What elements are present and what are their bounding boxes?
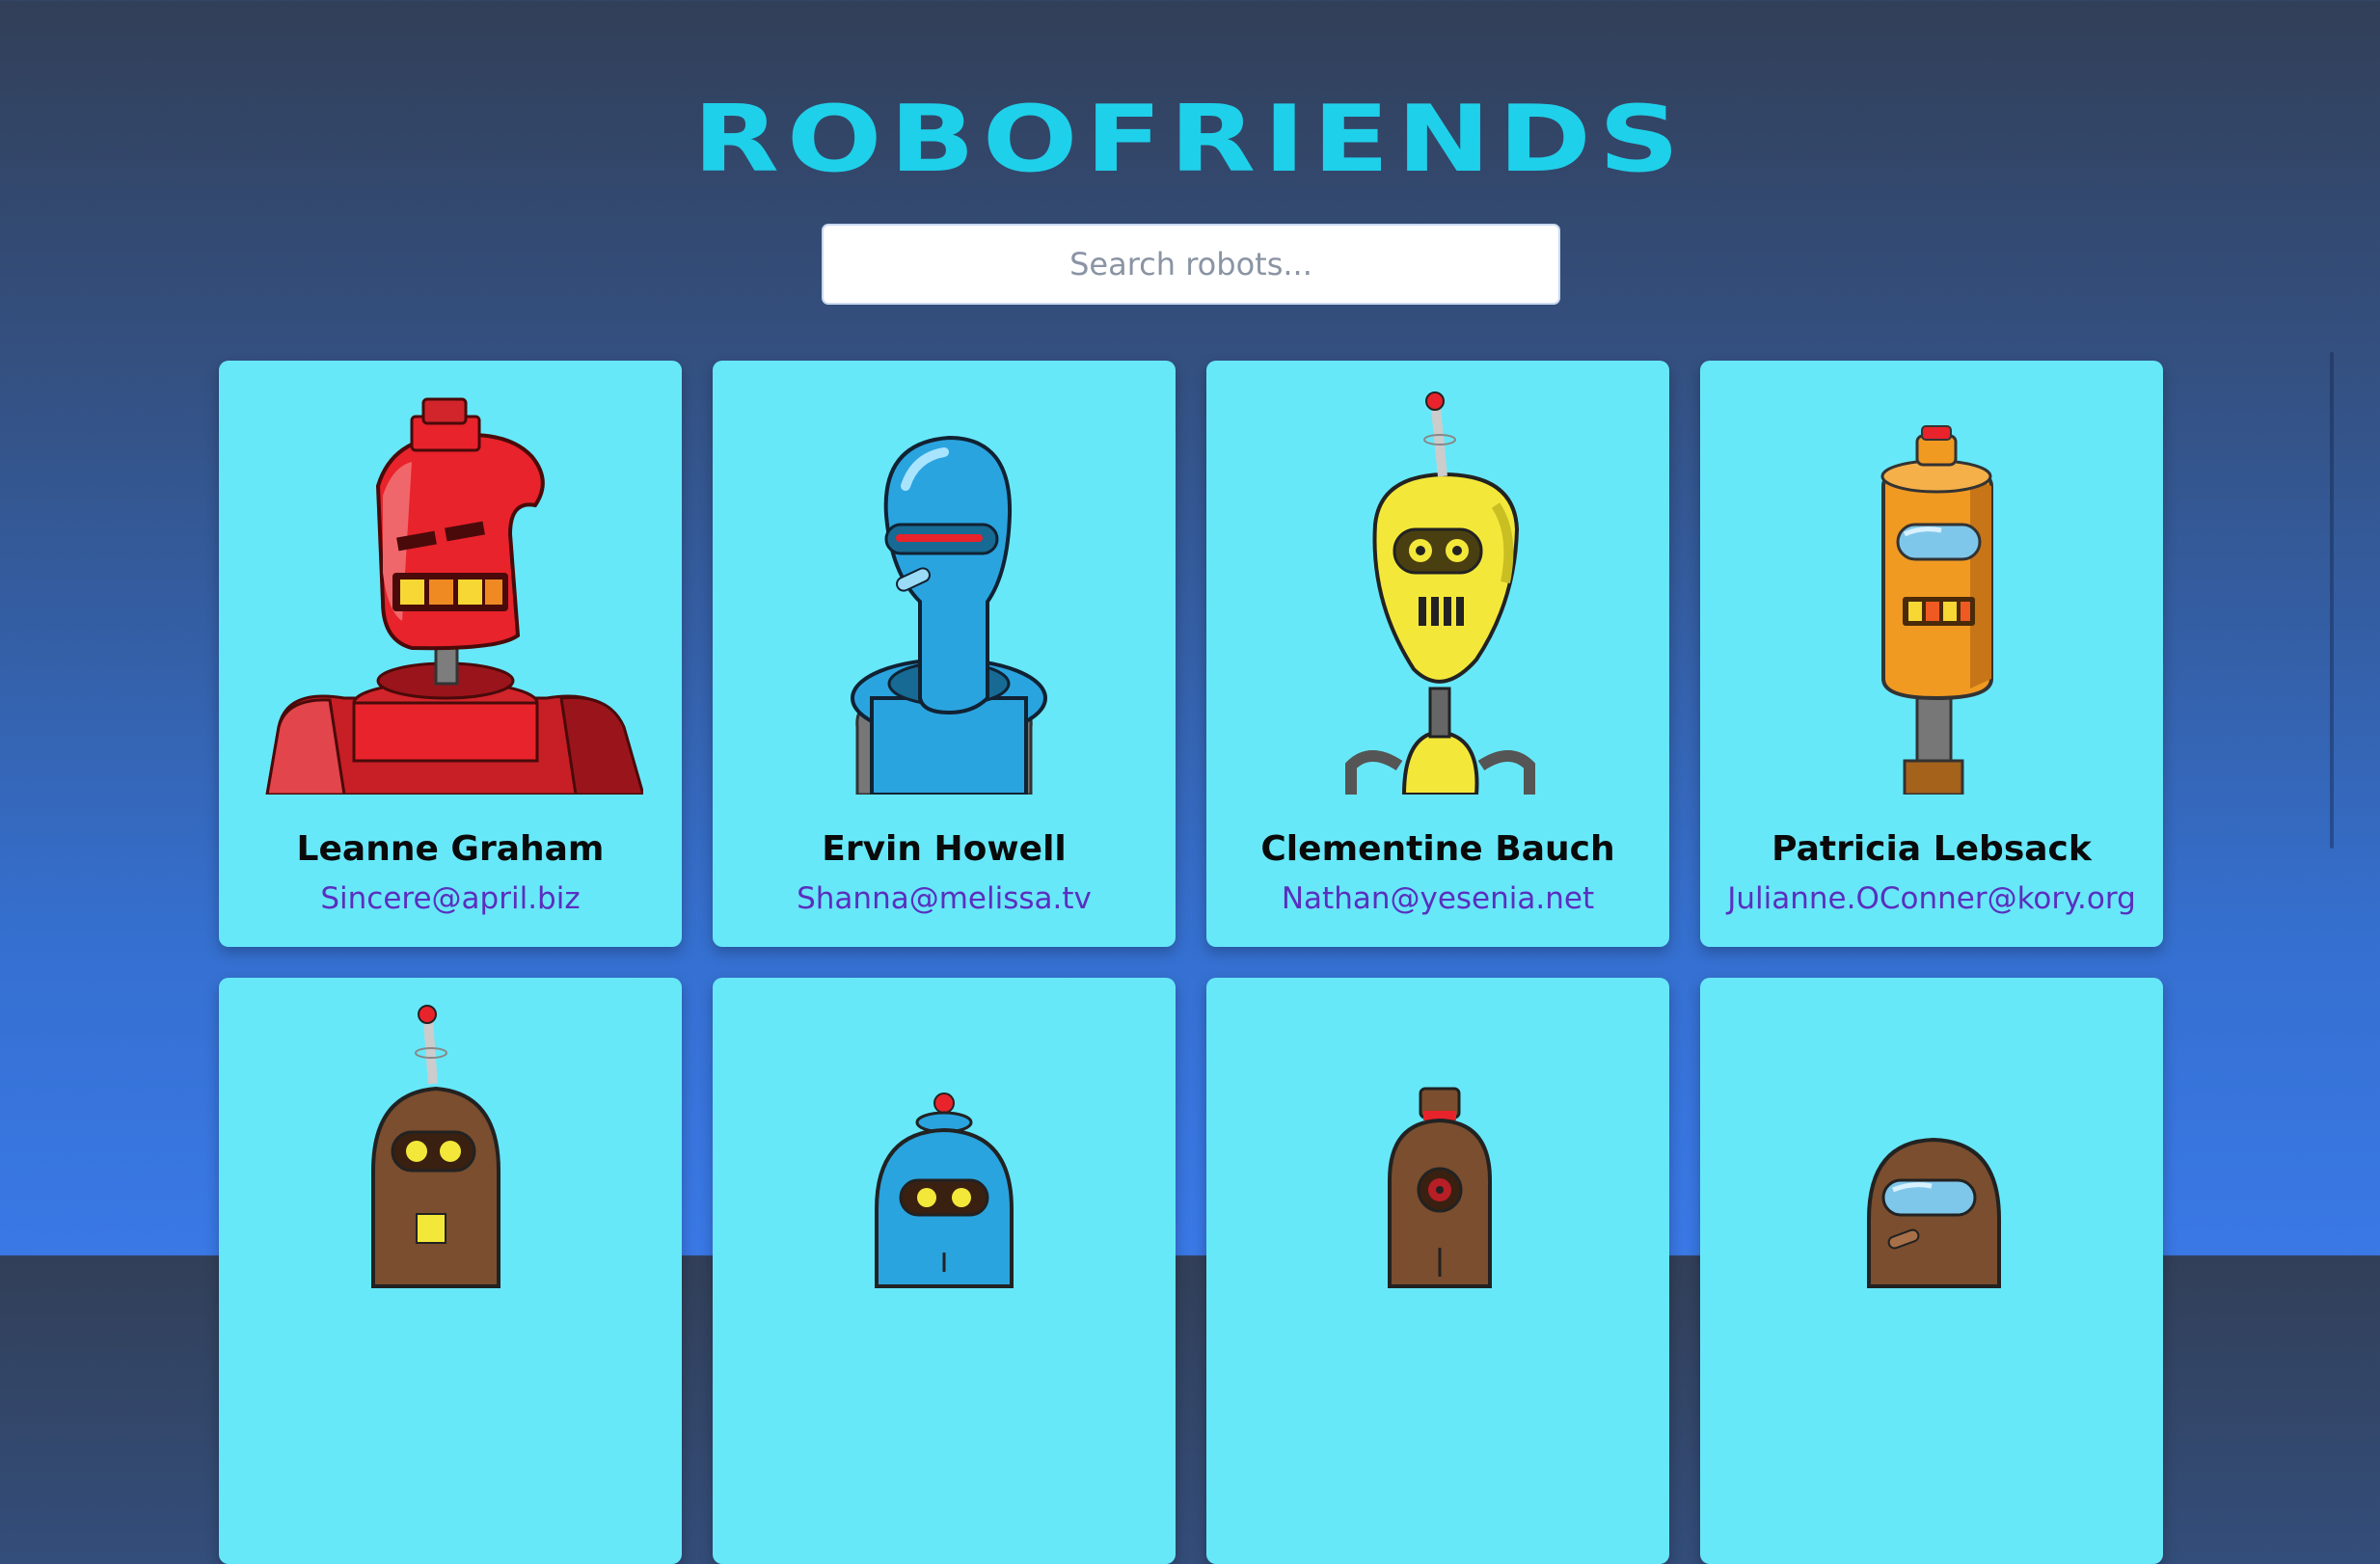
robot-card[interactable]: Clementine Bauch Nathan@yesenia.net (1206, 361, 1669, 947)
red-robot-icon (265, 397, 643, 795)
robot-name: Ervin Howell (822, 829, 1067, 869)
robot-card[interactable]: Patricia Lebsack Julianne.OConner@kory.o… (1700, 361, 2163, 947)
orange-robot-icon (1880, 425, 1993, 795)
robot-name: Clementine Bauch (1260, 829, 1615, 869)
robot-card-grid: Leanne Graham Sincere@april.biz Ervin Ho… (219, 361, 2163, 1564)
app-title: ROBOFRIENDS (692, 86, 1688, 193)
search-input[interactable] (822, 224, 1560, 305)
brown-robot-icon (371, 1005, 500, 1288)
robot-email: Nathan@yesenia.net (1281, 881, 1595, 916)
robot-card[interactable] (219, 978, 682, 1564)
robot-card[interactable] (1206, 978, 1669, 1564)
robot-email: Julianne.OConner@kory.org (1727, 881, 2136, 916)
brown-robot-icon (1867, 1137, 2001, 1288)
robot-name: Leanne Graham (296, 829, 605, 869)
yellow-robot-icon (1345, 391, 1535, 795)
blue-robot-icon (875, 1092, 1014, 1288)
robot-card[interactable]: Leanne Graham Sincere@april.biz (219, 361, 682, 947)
blue-robot-icon (851, 435, 1047, 795)
brown-robot-icon (1388, 1087, 1492, 1288)
robot-name: Patricia Lebsack (1771, 829, 2092, 869)
robot-email: Shanna@melissa.tv (797, 881, 1092, 916)
robot-card[interactable] (713, 978, 1176, 1564)
robot-email: Sincere@april.biz (320, 881, 581, 916)
robot-card[interactable]: Ervin Howell Shanna@melissa.tv (713, 361, 1176, 947)
robot-card[interactable] (1700, 978, 2163, 1564)
scrollbar[interactable] (2330, 352, 2334, 849)
